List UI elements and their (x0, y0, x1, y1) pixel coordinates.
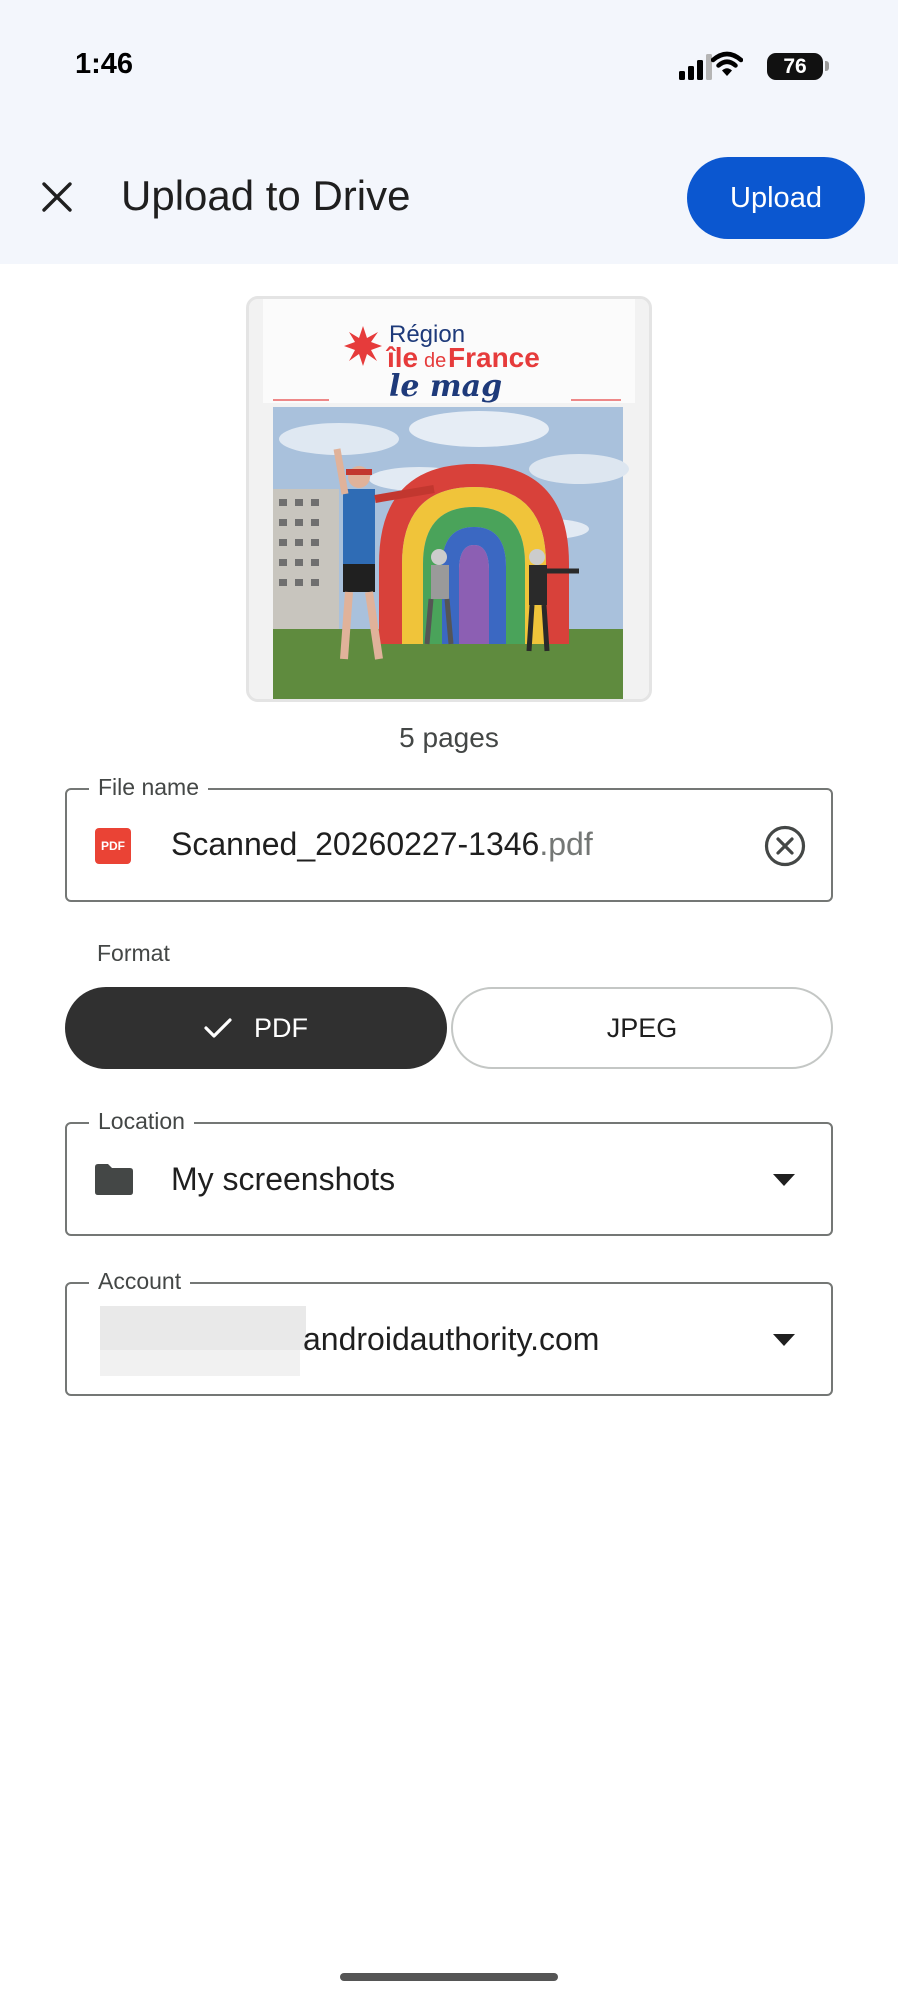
file-name-extension: .pdf (539, 826, 593, 862)
close-button[interactable] (34, 174, 80, 220)
format-label: Format (97, 940, 170, 966)
page-title: Upload to Drive (121, 172, 411, 219)
masthead-mag: le mag (389, 369, 502, 404)
location-value: My screenshots (171, 1161, 396, 1197)
close-icon (42, 182, 72, 212)
format-jpeg-option[interactable]: JPEG (451, 987, 833, 1069)
status-icons: 76 (673, 50, 829, 80)
location-field[interactable]: Location My screenshots (65, 1108, 833, 1236)
account-legend: Account (89, 1268, 191, 1295)
file-name-input[interactable]: Scanned_20260227-1346.pdf (171, 826, 593, 863)
file-name-base: Scanned_20260227-1346 (171, 826, 540, 862)
document-preview-thumbnail[interactable]: Région île de France le mag (246, 296, 652, 702)
account-value: androidauthority.com (303, 1321, 600, 1357)
page-count: 5 pages (399, 722, 499, 753)
folder-icon (95, 1164, 133, 1195)
format-pdf-option[interactable]: PDF (65, 987, 447, 1069)
format-jpeg-label: JPEG (606, 1012, 678, 1043)
status-time: 1:46 (75, 48, 134, 80)
account-redaction (100, 1306, 306, 1376)
account-field[interactable]: Account androidauthority.com (65, 1268, 833, 1396)
check-icon (204, 1018, 232, 1038)
cellular-signal-icon (679, 54, 712, 80)
wifi-icon (711, 51, 743, 76)
upload-button[interactable]: Upload (687, 157, 865, 239)
file-name-legend: File name (89, 774, 208, 801)
clear-file-name-button[interactable] (763, 824, 807, 868)
battery-tip (825, 61, 829, 71)
magazine-cover-image: Région île de France le mag (249, 299, 649, 699)
file-name-field[interactable]: File name PDF Scanned_20260227-1346.pdf (65, 774, 833, 902)
home-indicator[interactable] (340, 1973, 558, 1981)
top-app-bar: 1:46 76 Upload to Drive Upload (0, 0, 898, 264)
pdf-file-icon: PDF (95, 828, 131, 864)
battery-icon: 76 (767, 53, 823, 80)
format-pdf-label: PDF (254, 1012, 308, 1043)
dropdown-arrow-icon (773, 1334, 795, 1346)
clear-circle-icon (764, 825, 806, 867)
location-legend: Location (89, 1108, 194, 1135)
dropdown-arrow-icon (773, 1174, 795, 1186)
